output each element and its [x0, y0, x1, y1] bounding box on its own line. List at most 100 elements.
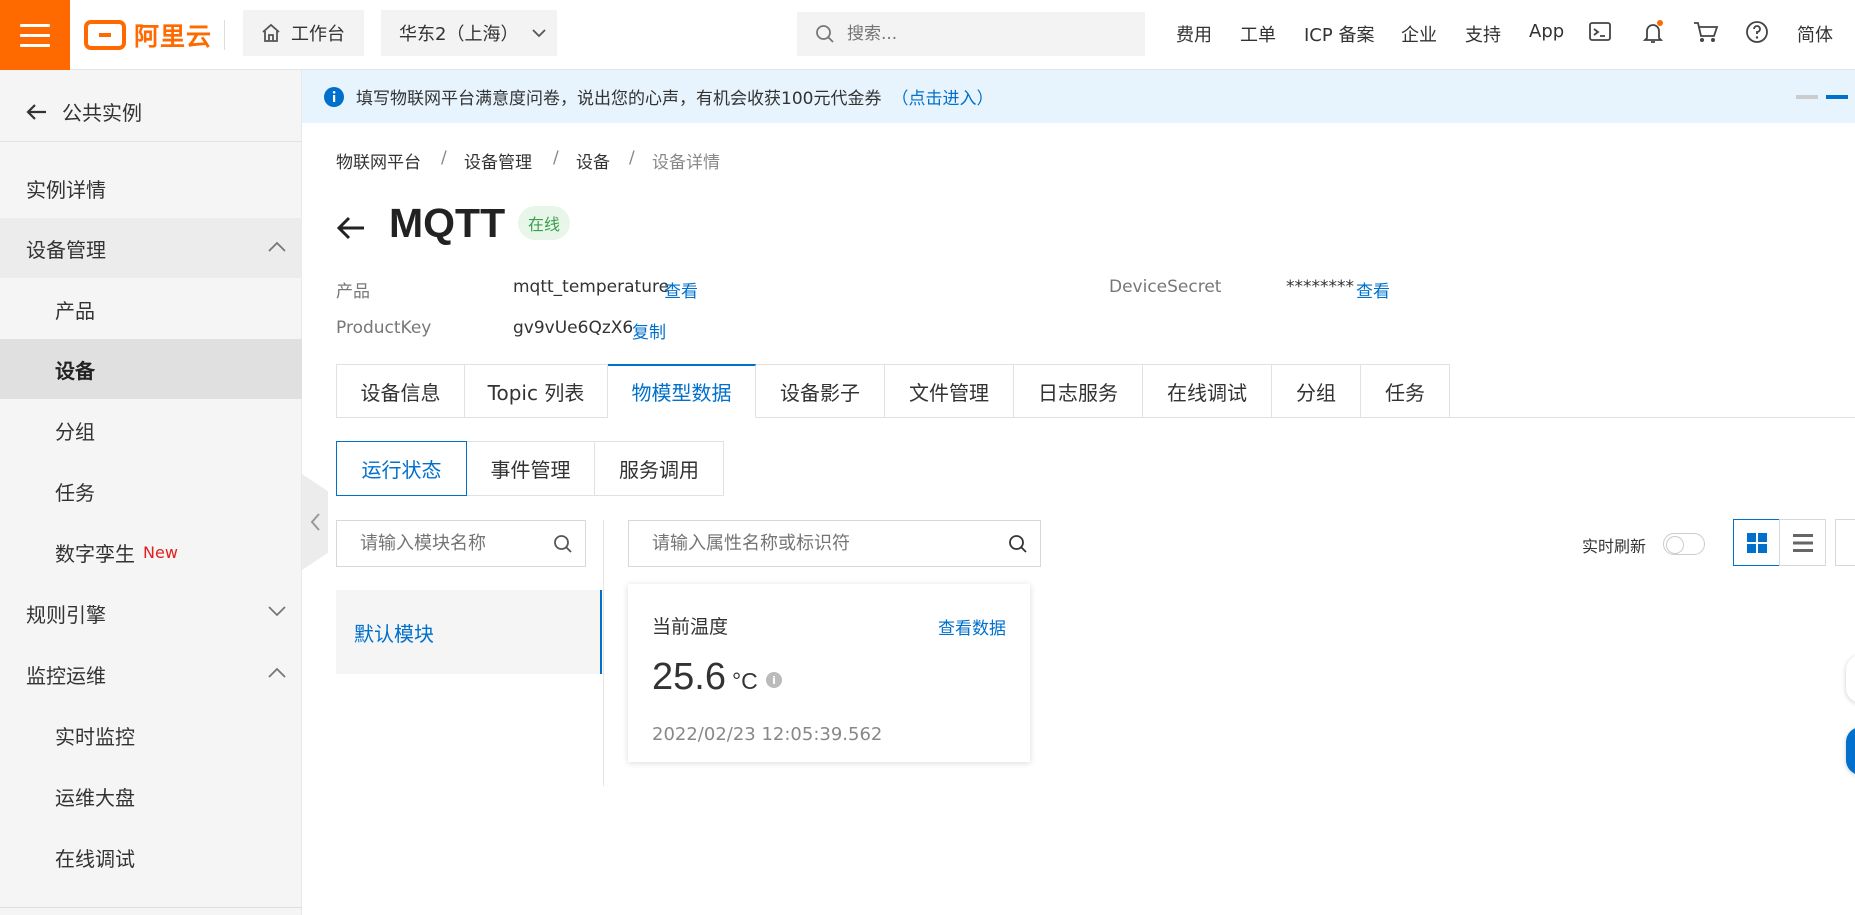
- page-title: MQTT: [389, 200, 506, 246]
- tab-file-management[interactable]: 文件管理: [885, 364, 1014, 418]
- property-search[interactable]: [628, 520, 1041, 567]
- sidebar-item-label: 在线调试: [55, 846, 135, 871]
- sidebar-item-instance-details[interactable]: 实例详情: [0, 158, 302, 218]
- sidebar-item-products[interactable]: 产品: [0, 279, 302, 339]
- menu-button[interactable]: [0, 0, 70, 70]
- grid-icon: [1746, 532, 1767, 553]
- help-icon[interactable]: [1745, 20, 1769, 44]
- realtime-refresh-toggle[interactable]: [1663, 533, 1705, 555]
- notice-link[interactable]: （点击进入）: [891, 84, 993, 109]
- sidebar-item-tasks[interactable]: 任务: [0, 461, 302, 521]
- tab-device-info[interactable]: 设备信息: [336, 364, 465, 418]
- sidebar-item-label: 任务: [55, 480, 95, 505]
- carousel-dot-active[interactable]: [1826, 95, 1848, 99]
- realtime-refresh-label: 实时刷新: [1582, 537, 1647, 556]
- sidebar-item-online-debug[interactable]: 在线调试: [0, 827, 302, 887]
- bell-icon[interactable]: [1641, 20, 1665, 46]
- sidebar-item-rules-engine[interactable]: 规则引擎: [0, 583, 302, 643]
- top-navbar: 阿里云 工作台 华东2（上海） 费用 工单 ICP 备案 企业 支持 App 简…: [0, 0, 1855, 70]
- workbench-label: 工作台: [291, 24, 345, 45]
- property-search-input[interactable]: [652, 533, 992, 554]
- sidebar-item-groups[interactable]: 分组: [0, 400, 302, 460]
- divider: [0, 907, 302, 908]
- sidebar-item-label: 监控运维: [26, 663, 106, 688]
- region-select[interactable]: 华东2（上海）: [381, 10, 557, 56]
- more-button[interactable]: [1835, 519, 1855, 566]
- workbench-button[interactable]: 工作台: [243, 10, 364, 56]
- global-search[interactable]: [797, 12, 1145, 56]
- region-label: 华东2（上海）: [399, 24, 519, 45]
- property-timestamp: 2022/02/23 12:05:39.562: [652, 724, 883, 745]
- chevron-up-icon: [268, 667, 286, 678]
- sidebar-item-label: 分组: [55, 419, 95, 444]
- detail-tabs: 设备信息 Topic 列表 物模型数据 设备影子 文件管理 日志服务 在线调试 …: [336, 364, 1450, 418]
- tab-device-shadow[interactable]: 设备影子: [756, 364, 885, 418]
- tab-thing-model-data[interactable]: 物模型数据: [608, 364, 756, 418]
- floating-help-button[interactable]: [1846, 727, 1855, 775]
- module-search-input[interactable]: [360, 533, 550, 554]
- property-value: 25.6: [652, 656, 726, 698]
- new-badge: New: [143, 542, 178, 562]
- tab-online-debug[interactable]: 在线调试: [1143, 364, 1272, 418]
- nav-icp[interactable]: ICP 备案: [1304, 21, 1374, 47]
- devicesecret-label: DeviceSecret: [1109, 277, 1222, 297]
- global-search-input[interactable]: [847, 24, 1127, 44]
- divider: [603, 520, 604, 786]
- nav-fees[interactable]: 费用: [1176, 21, 1212, 47]
- tab-topic-list[interactable]: Topic 列表: [465, 364, 608, 418]
- grid-view-button[interactable]: [1733, 519, 1780, 566]
- sidebar-item-digital-twin[interactable]: 数字孪生 New: [0, 522, 302, 582]
- carousel-dot[interactable]: [1796, 95, 1818, 99]
- breadcrumb-separator: /: [629, 148, 635, 168]
- tab-tasks[interactable]: 任务: [1361, 364, 1450, 418]
- productkey-value: gv9vUe6QzX6: [513, 318, 634, 338]
- sidebar-back-label: 公共实例: [62, 101, 142, 125]
- chevron-down-icon: [268, 606, 286, 617]
- sidebar-item-label: 产品: [55, 298, 95, 323]
- divider: [224, 20, 225, 50]
- module-item-default[interactable]: 默认模块: [336, 590, 602, 674]
- sidebar-collapse-handle[interactable]: [302, 474, 328, 570]
- sidebar-item-devices[interactable]: 设备: [0, 339, 302, 399]
- nav-app[interactable]: App: [1529, 21, 1564, 42]
- breadcrumb-separator: /: [441, 148, 447, 168]
- breadcrumb-devices[interactable]: 设备: [576, 148, 610, 173]
- arrow-left-icon: [26, 103, 46, 120]
- info-icon[interactable]: i: [766, 672, 782, 688]
- nav-tickets[interactable]: 工单: [1240, 21, 1276, 47]
- cart-icon[interactable]: [1693, 20, 1719, 44]
- terminal-icon[interactable]: [1588, 20, 1612, 44]
- nav-support[interactable]: 支持: [1465, 21, 1501, 47]
- sidebar-item-ops-dashboard[interactable]: 运维大盘: [0, 766, 302, 826]
- subtab-event-management[interactable]: 事件管理: [467, 441, 595, 496]
- search-icon[interactable]: [553, 534, 573, 554]
- sidebar-item-label: 实例详情: [26, 177, 106, 202]
- view-data-link[interactable]: 查看数据: [938, 614, 1006, 639]
- sidebar-item-monitoring[interactable]: 监控运维: [0, 644, 302, 704]
- sidebar-item-realtime-monitoring[interactable]: 实时监控: [0, 705, 302, 765]
- list-view-button[interactable]: [1779, 519, 1826, 566]
- sidebar-item-label: 实时监控: [55, 724, 135, 749]
- breadcrumb-iot-platform[interactable]: 物联网平台: [336, 148, 421, 173]
- tab-groups[interactable]: 分组: [1272, 364, 1361, 418]
- language-switch[interactable]: 简体: [1797, 21, 1833, 47]
- aliyun-logo[interactable]: 阿里云: [84, 18, 212, 52]
- subtab-service-call[interactable]: 服务调用: [595, 441, 724, 496]
- product-label: 产品: [336, 282, 370, 302]
- property-value-line: 25.6 °C: [652, 656, 758, 699]
- logo-mark-icon: [84, 20, 126, 50]
- sidebar-back[interactable]: 公共实例: [0, 82, 302, 142]
- breadcrumb-device-management[interactable]: 设备管理: [464, 148, 532, 173]
- devicesecret-view-link[interactable]: 查看: [1356, 277, 1390, 302]
- search-icon[interactable]: [1008, 534, 1028, 554]
- subtab-running-status[interactable]: 运行状态: [336, 441, 467, 496]
- floating-button[interactable]: [1846, 655, 1855, 703]
- back-arrow-icon[interactable]: [336, 215, 366, 241]
- sidebar-item-label: 运维大盘: [55, 785, 135, 810]
- module-search[interactable]: [336, 520, 586, 567]
- tab-log-service[interactable]: 日志服务: [1014, 364, 1143, 418]
- product-view-link[interactable]: 查看: [664, 277, 698, 302]
- productkey-copy-link[interactable]: 复制: [632, 318, 666, 343]
- nav-enterprise[interactable]: 企业: [1401, 21, 1437, 47]
- sidebar-item-device-management[interactable]: 设备管理: [0, 218, 302, 278]
